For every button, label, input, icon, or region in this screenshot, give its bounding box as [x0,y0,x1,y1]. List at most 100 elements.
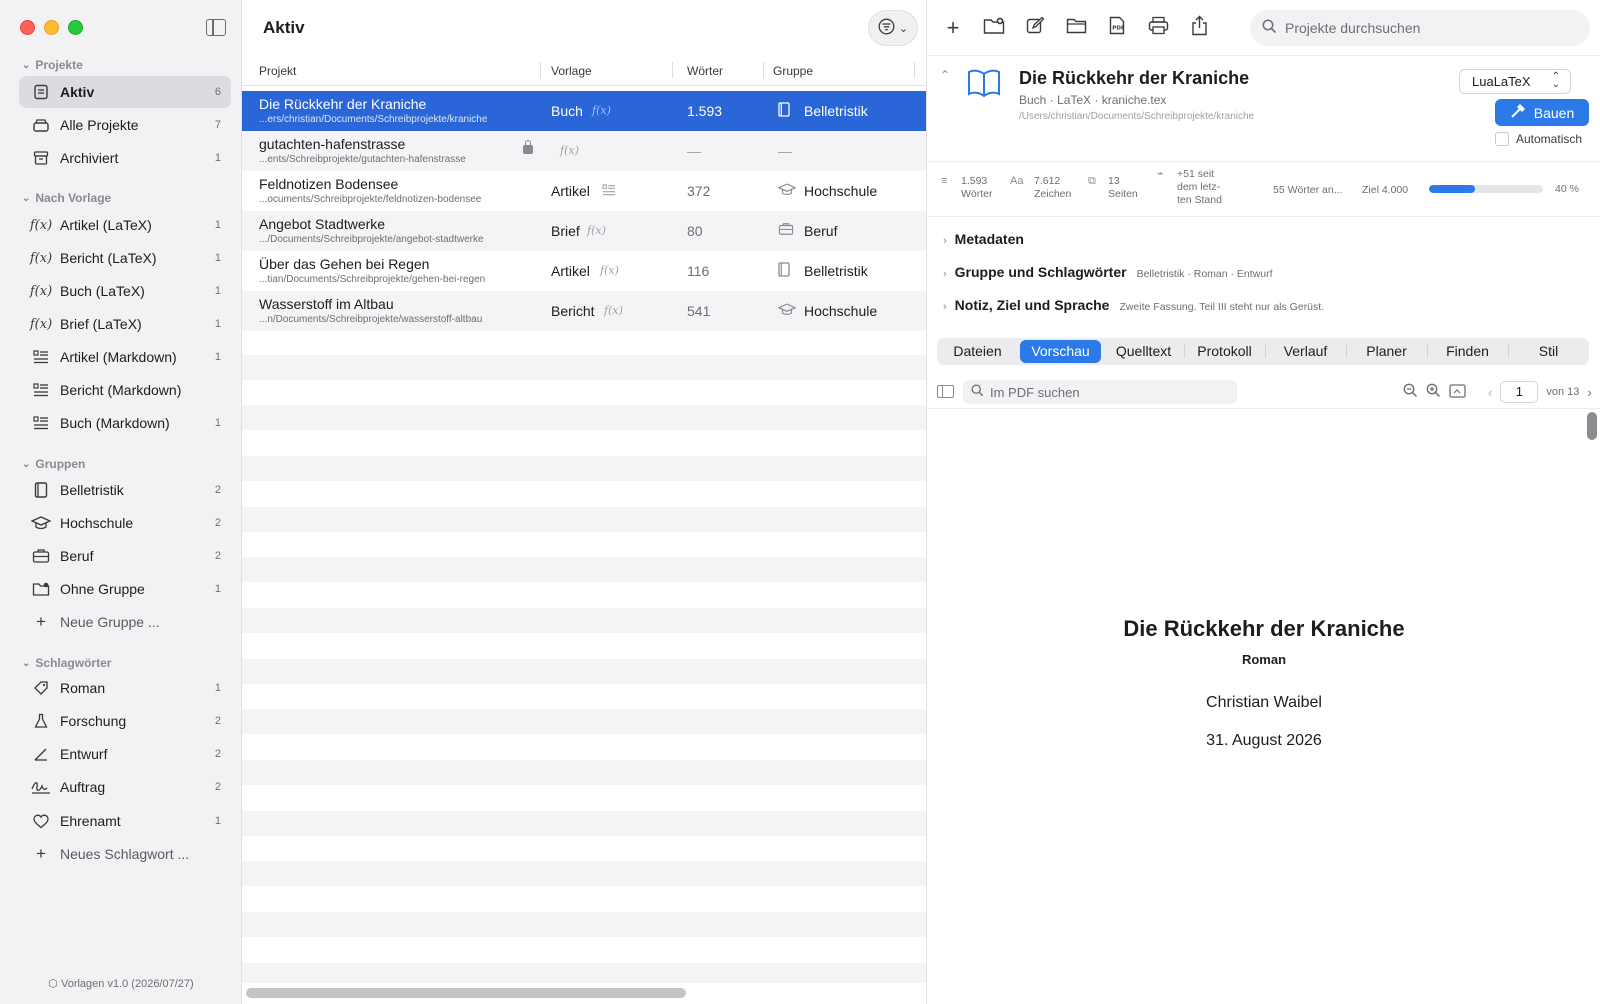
tab-quelltext[interactable]: Quelltext [1103,340,1184,363]
section-metadata[interactable]: › Metadaten [943,231,1024,247]
sidebar-item-alle-projekte[interactable]: Alle Projekte 7 [19,109,231,141]
tab-protokoll[interactable]: Protokoll [1184,340,1265,363]
checkbox[interactable] [1495,132,1509,146]
new-tag-button[interactable]: + Neues Schlagwort ... [19,838,231,870]
new-project-button[interactable]: + [937,12,969,44]
stat-characters: Aa 7.612 Zeichen [1010,175,1072,200]
zoom-out-icon[interactable] [1403,383,1418,401]
table-row[interactable]: Feldnotizen Bodensee ...ocuments/Schreib… [242,171,926,211]
templates-version-footer: ⬡ Vorlagen v1.0 (2026/07/27) [48,978,194,990]
tab-stil[interactable]: Stil [1508,340,1589,363]
filter-menu-button[interactable]: ⌄ [868,10,918,46]
sidebar-item-buch-latex[interactable]: f(x) Buch (LaTeX) 1 [19,275,231,307]
empty-row [242,355,926,380]
zoom-window-button[interactable] [68,20,83,35]
graduation-cap-icon [777,182,797,200]
zoom-in-icon[interactable] [1426,383,1441,401]
section-header-templates[interactable]: ⌄ Nach Vorlage [22,191,111,205]
section-group-tags[interactable]: › Gruppe und Schlagwörter Belletristik ·… [943,264,1273,280]
section-note-goal-language[interactable]: › Notiz, Ziel und Sprache Zweite Fassung… [943,297,1324,313]
sidebar-item-belletristik[interactable]: Belletristik 2 [19,474,231,506]
sidebar-item-artikel-markdown[interactable]: Artikel (Markdown) 1 [19,341,231,373]
stat-words: ≡ 1.593 Wörter [941,175,993,200]
text-list-icon [31,350,51,364]
briefcase-icon [778,222,794,239]
engine-select[interactable]: LuaLaTeX ⌃ ⌄ [1459,69,1571,94]
tab-planer[interactable]: Planer [1346,340,1427,363]
table-row[interactable]: gutachten-hafenstrasse ...ents/Schreibpr… [242,131,926,171]
sidebar-item-beruf[interactable]: Beruf 2 [19,540,231,572]
section-header-groups[interactable]: ⌄ Gruppen [22,457,85,471]
sidebar-item-archiviert[interactable]: Archiviert 1 [19,142,231,174]
pdf-search-input[interactable]: Im PDF suchen [963,380,1237,404]
sidebar-item-hochschule[interactable]: Hochschule 2 [19,507,231,539]
automatic-build-checkbox[interactable]: Automatisch [1495,132,1582,146]
chevron-right-icon[interactable]: › [1587,385,1591,400]
text-list-icon [31,416,51,430]
sidebar-item-buch-markdown[interactable]: Buch (Markdown) 1 [19,407,231,439]
share-button[interactable] [1183,12,1215,44]
tab-dateien[interactable]: Dateien [937,340,1018,363]
sidebar-item-ehrenamt[interactable]: Ehrenamt 1 [19,805,231,837]
book-icon [31,482,51,498]
column-header-projekt[interactable]: Projekt [259,64,296,78]
section-header-projects[interactable]: ⌄ Projekte [22,58,83,72]
fit-page-icon[interactable] [1449,383,1466,401]
sidebar-item-bericht-latex[interactable]: f(x) Bericht (LaTeX) 1 [19,242,231,274]
chevron-down-icon: ⌄ [22,59,31,71]
function-icon: f(x) [29,250,53,266]
project-search-input[interactable]: Projekte durchsuchen [1250,10,1590,46]
edit-button[interactable] [1019,12,1051,44]
chevron-up-icon[interactable]: ⌃ [940,68,950,82]
lock-icon [523,140,533,154]
section-header-tags[interactable]: ⌄ Schlagwörter [22,656,111,670]
tray-icon [31,84,51,100]
table-row[interactable]: Wasserstoff im Altbau ...n/Documents/Sch… [242,291,926,331]
tab-vorschau[interactable]: Vorschau [1020,340,1101,363]
goal-label: Ziel 4.000 [1362,184,1409,196]
sidebar-item-bericht-markdown[interactable]: Bericht (Markdown) [19,374,231,406]
table-row[interactable]: Die Rückkehr der Kraniche ...ers/christi… [242,91,926,131]
text-size-icon: Aa [1010,175,1024,187]
column-header-gruppe[interactable]: Gruppe [773,64,813,78]
table-row[interactable]: Über das Gehen bei Regen ...tian/Documen… [242,251,926,291]
chevron-left-icon[interactable]: ‹ [1488,385,1492,400]
new-group-button[interactable]: + Neue Gruppe ... [19,606,231,638]
share-icon [1191,15,1208,41]
pdf-export-button[interactable]: PDF [1101,12,1133,44]
pdf-document-title: Die Rückkehr der Kraniche [1123,616,1405,641]
new-folder-button[interactable] [978,12,1010,44]
column-header-vorlage[interactable]: Vorlage [551,64,592,78]
goal-progress-bar [1429,185,1543,193]
pdf-document-subtitle: Roman [1241,652,1287,667]
tab-verlauf[interactable]: Verlauf [1265,340,1346,363]
open-book-icon [967,68,1001,98]
sidebar-item-entwurf[interactable]: Entwurf 2 [19,738,231,770]
column-header-woerter[interactable]: Wörter [687,64,723,78]
pdf-scrollbar[interactable] [1587,412,1597,440]
minimize-window-button[interactable] [44,20,59,35]
pdf-sidebar-icon[interactable] [937,385,954,398]
table-row[interactable]: Angebot Stadtwerke .../Documents/Schreib… [242,211,926,251]
sidebar-item-forschung[interactable]: Forschung 2 [19,705,231,737]
sidebar-item-auftrag[interactable]: Auftrag 2 [19,771,231,803]
search-icon [1262,19,1277,37]
sidebar-item-ohne-gruppe[interactable]: Ohne Gruppe 1 [19,573,231,605]
sidebar-item-brief-latex[interactable]: f(x) Brief (LaTeX) 1 [19,308,231,340]
stat-delta: ⌁ +51 seit dem letz-ten Stand [1157,168,1222,206]
open-folder-button[interactable] [1060,12,1092,44]
empty-row [242,507,926,532]
tab-finden[interactable]: Finden [1427,340,1508,363]
sidebar-item-aktiv[interactable]: Aktiv 6 [19,76,231,108]
sidebar-item-artikel-latex[interactable]: f(x) Artikel (LaTeX) 1 [19,209,231,241]
close-window-button[interactable] [20,20,35,35]
cube-icon: ⬡ [48,978,58,990]
print-button[interactable] [1142,12,1174,44]
page-number-input[interactable]: 1 [1500,381,1539,403]
sidebar-item-roman[interactable]: Roman 1 [19,672,231,704]
empty-row [242,456,926,481]
build-button[interactable]: Bauen [1495,99,1589,126]
folder-icon [1066,17,1087,39]
horizontal-scrollbar[interactable] [246,988,686,998]
sidebar-toggle-icon[interactable] [206,19,226,36]
